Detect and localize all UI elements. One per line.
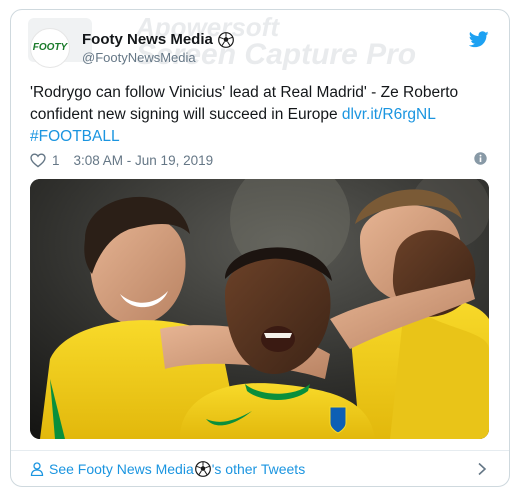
tweet-header: FOOTY Footy News Media @FootyNewsMedia <box>30 28 491 72</box>
tweet-photo[interactable] <box>30 179 489 439</box>
soccer-ball-icon <box>217 31 234 48</box>
tweet-meta: 1 3:08 AM - Jun 19, 2019 <box>30 150 491 170</box>
like-count: 1 <box>52 152 60 168</box>
user-handle[interactable]: @FootyNewsMedia <box>82 50 196 65</box>
avatar[interactable]: FOOTY <box>30 28 70 68</box>
avatar-logo-text: FOOTY <box>32 42 68 53</box>
tweet-link[interactable]: dlvr.it/R6rgNL <box>342 106 436 123</box>
tweet-text: 'Rodrygo can follow Vinicius' lead at Re… <box>30 82 490 148</box>
info-icon[interactable] <box>474 152 487 165</box>
tweet-timestamp[interactable]: 3:08 AM - Jun 19, 2019 <box>74 153 214 168</box>
person-icon <box>30 462 44 476</box>
see-other-tweets-prefix: See Footy News Media <box>49 461 194 477</box>
chevron-right-icon <box>478 462 487 476</box>
players-celebrating-image <box>30 179 489 439</box>
footer-divider <box>11 450 509 451</box>
see-other-tweets-link[interactable]: See Footy News Media 's other Tweets <box>30 457 491 481</box>
see-other-tweets-suffix: 's other Tweets <box>211 461 306 477</box>
hashtag-link[interactable]: #FOOTBALL <box>30 128 120 145</box>
embedded-tweet-card[interactable]: Apowersoft Screen Capture Pro FOOTY Foot… <box>10 9 510 487</box>
soccer-ball-icon <box>194 461 211 477</box>
display-name-line[interactable]: Footy News Media <box>82 31 234 48</box>
twitter-bird-icon[interactable] <box>469 31 489 48</box>
heart-icon[interactable] <box>30 152 46 168</box>
display-name[interactable]: Footy News Media <box>82 31 213 48</box>
